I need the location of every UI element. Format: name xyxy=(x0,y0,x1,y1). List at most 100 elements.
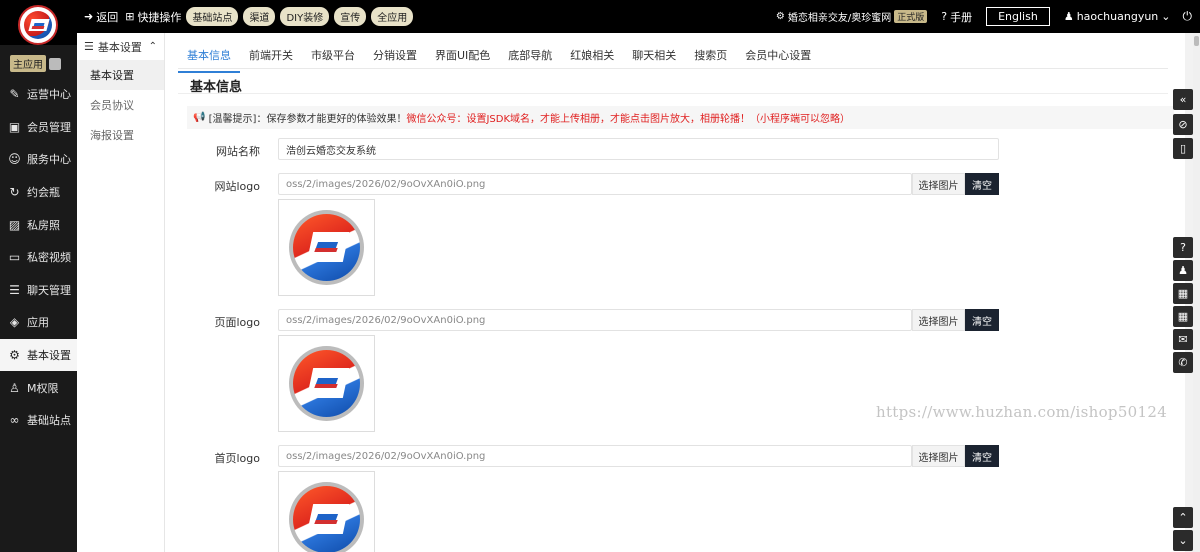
main-app-tag: 主应用 xyxy=(10,55,46,72)
page-logo-preview[interactable] xyxy=(278,335,375,432)
notice-prefix: [温馨提示]：保存参数才能更好的体验效果！ xyxy=(208,114,407,125)
scroll-top-icon[interactable]: ⌃ xyxy=(1173,507,1193,528)
scroll-bottom-icon[interactable]: ⌄ xyxy=(1173,530,1193,551)
page-logo-path-input[interactable]: oss/2/images/2026/02/9oOvXAn0iO.png xyxy=(278,309,912,331)
pill-base-site[interactable]: 基础站点 xyxy=(186,7,239,26)
site-logo-preview[interactable] xyxy=(278,199,375,296)
chevron-up-icon: ⌃ xyxy=(148,41,157,52)
settings-icon: ⚙ xyxy=(775,11,785,22)
sidebar-item-label: 运营中心 xyxy=(27,88,71,102)
site-switch[interactable]: ⚙ 婚恋相亲交友/奥珍蜜网 正式版 xyxy=(775,9,928,24)
pill-promo[interactable]: 宣传 xyxy=(334,7,367,26)
top-bar: ➜ 返回 ⊞ 快捷操作 基础站点 渠道 DIY装修 宣传 全应用 ⚙ 婚恋相亲交… xyxy=(77,0,1200,33)
cube-icon: ◈ xyxy=(9,315,20,330)
site-logo-pick-button[interactable]: 选择图片 xyxy=(912,173,965,195)
sidebar-item-videos[interactable]: ▭ 私密视频 xyxy=(0,241,77,274)
page-logo-pick-button[interactable]: 选择图片 xyxy=(912,309,965,331)
infinity-icon: ∞ xyxy=(9,413,20,428)
site-name-label: 网站名称 xyxy=(216,145,260,158)
list-icon: ☰ xyxy=(84,40,94,53)
sidebar-item-members[interactable]: ▣ 会员管理 xyxy=(0,111,77,144)
app-root: 主应用 ✎ 运营中心 ▣ 会员管理 ☺ 服务中心 ↻ 约会瓶 ▨ 私房照 ▭ 私… xyxy=(0,0,1200,552)
help-icon[interactable]: ? xyxy=(1173,237,1193,258)
manual-link[interactable]: ? 手册 xyxy=(941,9,972,25)
scrollbar-thumb[interactable] xyxy=(1194,36,1199,46)
sidebar-item-label: 约会瓶 xyxy=(27,186,60,200)
chat-icon: ☰ xyxy=(9,282,20,297)
mobile-icon[interactable]: ▯ xyxy=(1173,138,1193,159)
grid-icon xyxy=(49,57,61,70)
settings-sidebar-header[interactable]: ☰ 基本设置 ⌃ xyxy=(77,33,164,60)
sidebar-item-service[interactable]: ☺ 服务中心 xyxy=(0,143,77,176)
sidebar-item-label: 基本设置 xyxy=(27,349,71,363)
home-logo-preview[interactable] xyxy=(278,471,375,552)
site-logo-label: 网站logo xyxy=(214,180,261,193)
language-button[interactable]: English xyxy=(986,7,1050,26)
sidebar-item-settings[interactable]: ⚙ 基本设置 xyxy=(0,338,77,372)
site-badge: 正式版 xyxy=(894,10,928,23)
main-app-switch[interactable]: 主应用 xyxy=(10,55,61,72)
section-divider xyxy=(178,93,1168,94)
subside-item-basic[interactable]: 基本设置 xyxy=(77,60,164,90)
back-button[interactable]: ➜ 返回 xyxy=(84,9,118,25)
home-logo-clear-button[interactable]: 清空 xyxy=(965,445,999,467)
logo-icon xyxy=(18,5,58,45)
chevron-down-icon: ⌄ xyxy=(1161,10,1171,23)
back-icon: ➜ xyxy=(84,10,94,23)
pill-all-apps[interactable]: 全应用 xyxy=(371,7,414,26)
manual-label: 手册 xyxy=(950,10,973,24)
main-content: 基本信息 前端开关 市级平台 分销设置 界面UI配色 底部导航 红娘相关 聊天相… xyxy=(165,33,1185,552)
bottle-icon: ↻ xyxy=(9,185,20,200)
pill-diy[interactable]: DIY装修 xyxy=(280,7,330,26)
tab-divider xyxy=(178,68,1168,69)
sidebar-item-chat[interactable]: ☰ 聊天管理 xyxy=(0,274,77,307)
site-name-input[interactable]: 浩创云婚恋交友系统 xyxy=(278,138,999,160)
page-scrollbar[interactable] xyxy=(1193,33,1200,552)
site-name: 婚恋相亲交友/奥珍蜜网 xyxy=(787,13,892,24)
pill-channel[interactable]: 渠道 xyxy=(243,7,276,26)
subside-item-poster[interactable]: 海报设置 xyxy=(77,120,164,150)
sidebar-item-label: 聊天管理 xyxy=(27,283,71,297)
sidebar-nav: ✎ 运营中心 ▣ 会员管理 ☺ 服务中心 ↻ 约会瓶 ▨ 私房照 ▭ 私密视频 xyxy=(0,78,77,437)
sidebar-item-label: 服务中心 xyxy=(27,153,71,167)
sidebar-item-operations[interactable]: ✎ 运营中心 xyxy=(0,78,77,111)
notice-bar: 📢 [温馨提示]：保存参数才能更好的体验效果！ 微信公众号：设置JSDK域名，才… xyxy=(187,106,1174,129)
qq-icon[interactable]: ♟ xyxy=(1173,260,1193,281)
subside-item-agreement[interactable]: 会员协议 xyxy=(77,90,164,120)
watermark-text: https://www.huzhan.com/ishop50124 xyxy=(876,403,1168,421)
qrcode-icon[interactable]: ▦ xyxy=(1173,306,1193,327)
main-sidebar: 主应用 ✎ 运营中心 ▣ 会员管理 ☺ 服务中心 ↻ 约会瓶 ▨ 私房照 ▭ 私… xyxy=(0,0,77,552)
site-logo-clear-button[interactable]: 清空 xyxy=(965,173,999,195)
logo-image xyxy=(289,346,364,421)
gear-icon: ⚙ xyxy=(9,348,20,363)
id-card-icon: ▣ xyxy=(8,119,21,134)
app-logo xyxy=(0,0,77,45)
sidebar-item-permissions[interactable]: ♙ M权限 xyxy=(0,371,77,404)
qrcode-icon[interactable]: ▦ xyxy=(1173,283,1193,304)
home-logo-label: 首页logo xyxy=(214,452,261,465)
phone-icon[interactable]: ✆ xyxy=(1173,352,1193,373)
link-icon[interactable]: ⊘ xyxy=(1173,114,1193,135)
home-logo-pick-button[interactable]: 选择图片 xyxy=(912,445,965,467)
page-logo-clear-button[interactable]: 清空 xyxy=(965,309,999,331)
sidebar-item-apps[interactable]: ◈ 应用 xyxy=(0,306,77,339)
username: haochuangyun xyxy=(1076,10,1159,23)
sidebar-item-photos[interactable]: ▨ 私房照 xyxy=(0,208,77,241)
user-service-icon: ☺ xyxy=(8,152,21,167)
settings-sidebar: ☰ 基本设置 ⌃ 基本设置 会员协议 海报设置 xyxy=(77,33,165,552)
page-logo-label: 页面logo xyxy=(214,316,261,329)
home-logo-path-input[interactable]: oss/2/images/2026/02/9oOvXAn0iO.png xyxy=(278,445,912,467)
sidebar-item-bottle[interactable]: ↻ 约会瓶 xyxy=(0,176,77,209)
help-icon: ? xyxy=(941,10,948,23)
megaphone-icon: 📢 xyxy=(193,112,209,123)
sidebar-item-label: 应用 xyxy=(27,316,49,330)
site-logo-path-input[interactable]: oss/2/images/2026/02/9oOvXAn0iO.png xyxy=(278,173,912,195)
plus-icon: ⊞ xyxy=(125,10,135,23)
quick-actions-button[interactable]: ⊞ 快捷操作 xyxy=(125,9,181,25)
user-icon: ♟ xyxy=(1063,10,1074,23)
user-menu[interactable]: ♟ haochuangyun ⌄ xyxy=(1064,10,1171,23)
wechat-icon[interactable]: ✉ xyxy=(1173,329,1193,350)
collapse-icon[interactable]: « xyxy=(1173,89,1193,110)
sidebar-item-base-site[interactable]: ∞ 基础站点 xyxy=(0,404,77,437)
power-icon[interactable]: ⏻ xyxy=(1183,9,1193,24)
